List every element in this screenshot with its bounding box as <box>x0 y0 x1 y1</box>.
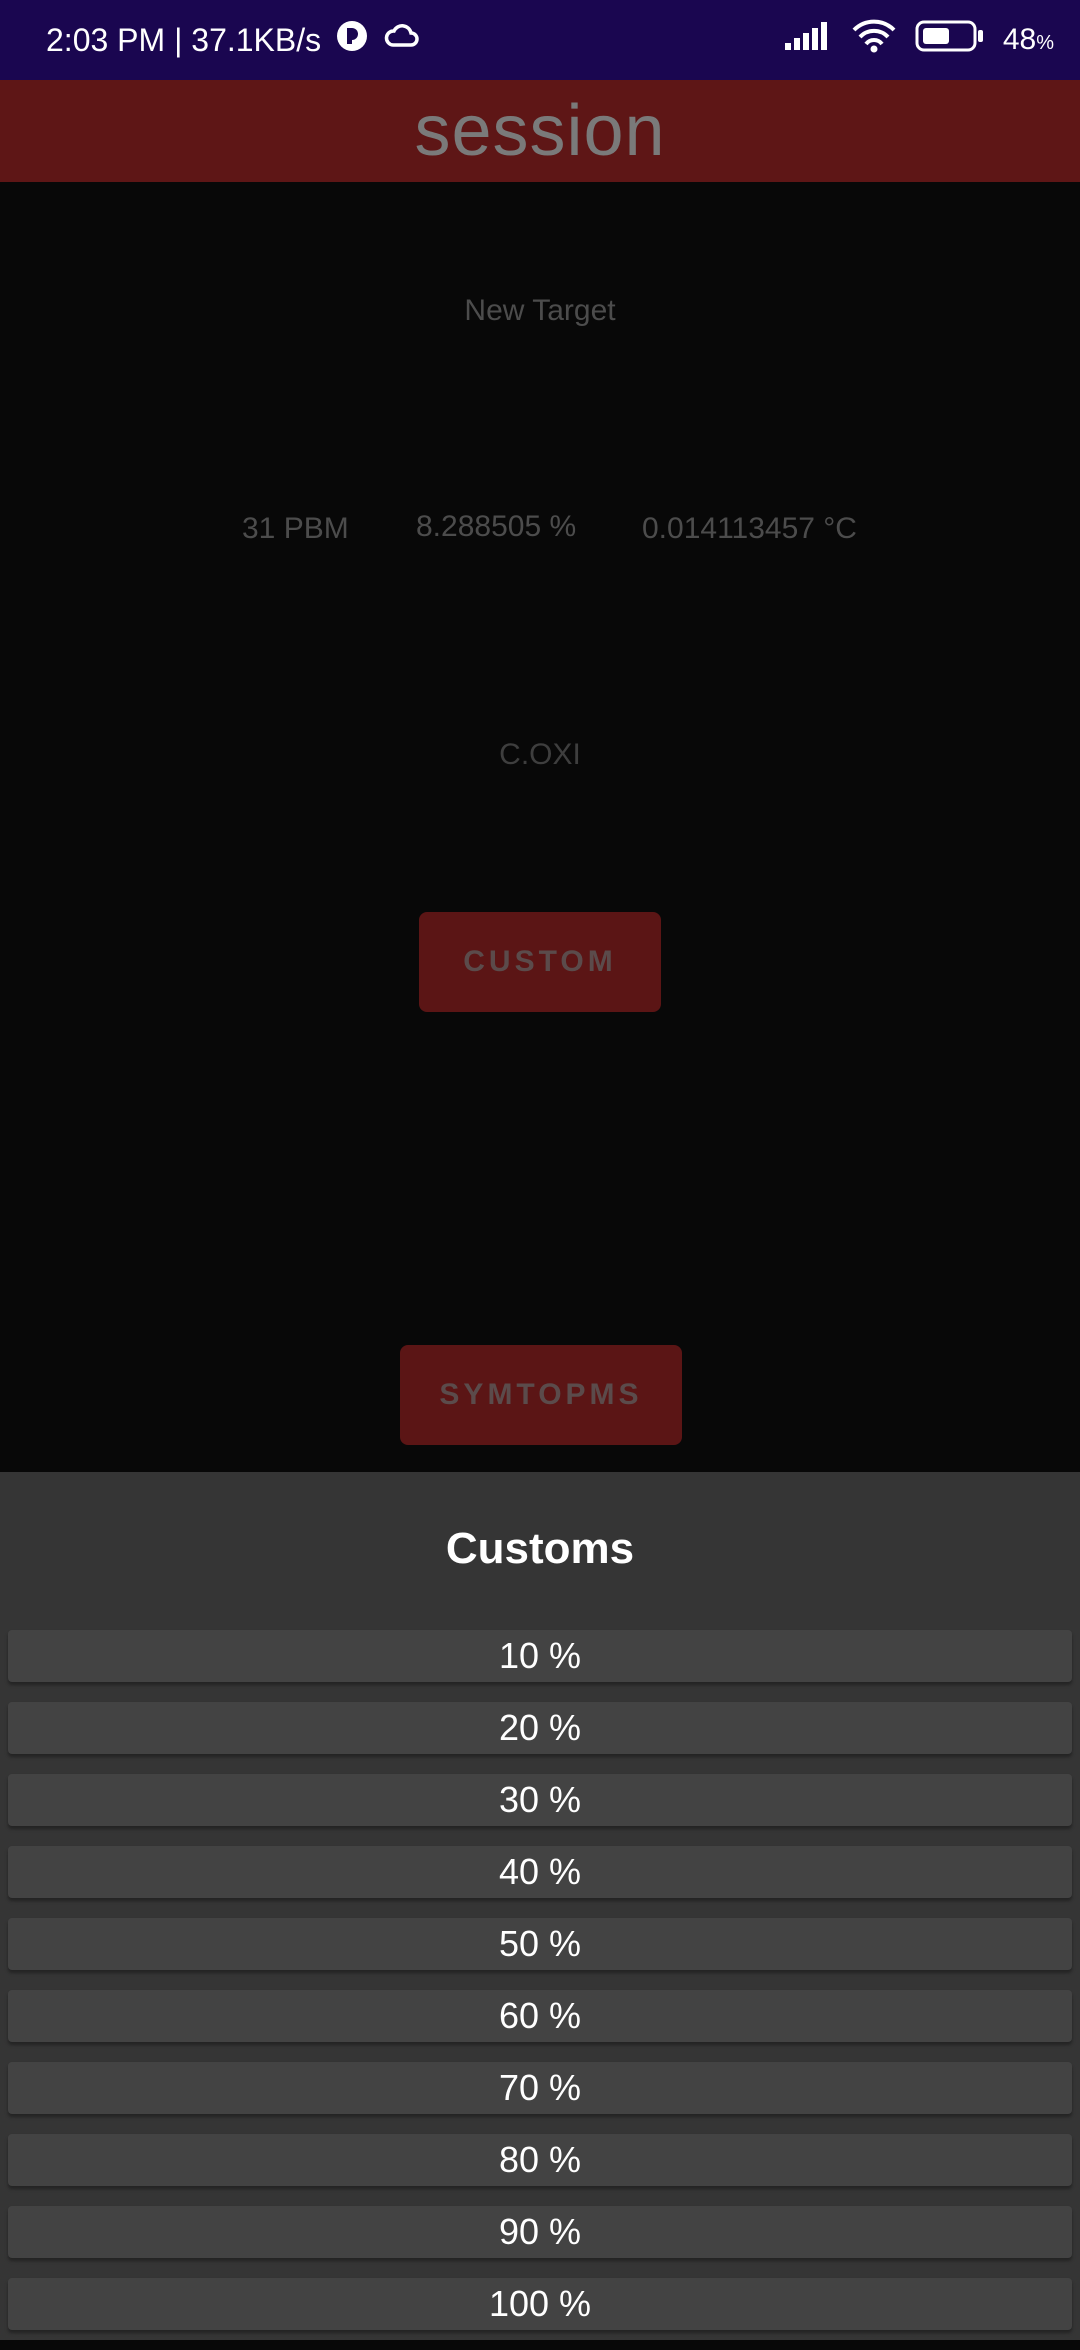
status-bar: 2:03 PM | 37.1KB/s 48% <box>0 0 1080 80</box>
symptoms-button[interactable]: SYMTOPMS <box>400 1345 682 1445</box>
wifi-icon <box>851 19 897 61</box>
option-50-percent[interactable]: 50 % <box>8 1918 1072 1970</box>
battery-icon <box>915 19 985 61</box>
sheet-title: Customs <box>445 1524 635 1573</box>
page-title: session <box>414 91 666 171</box>
option-60-percent[interactable]: 60 % <box>8 1990 1072 2042</box>
battery-unit: % <box>1036 32 1054 54</box>
customs-bottom-sheet: Customs 10 % 20 % 30 % 40 % 50 % 60 % 70… <box>0 1472 1080 2340</box>
reading-pbm: 31 PBM <box>242 512 349 545</box>
battery-percentage: 48% <box>1003 23 1054 57</box>
reading-temperature: 0.014113457 °C <box>642 512 857 545</box>
option-70-percent[interactable]: 70 % <box>8 2062 1072 2114</box>
option-30-percent[interactable]: 30 % <box>8 1774 1072 1826</box>
option-100-percent[interactable]: 100 % <box>8 2278 1072 2330</box>
signal-icon <box>783 21 833 59</box>
custom-button[interactable]: CUSTOM <box>419 912 661 1012</box>
new-target-label: New Target <box>464 294 616 327</box>
custom-options-list: 10 % 20 % 30 % 40 % 50 % 60 % 70 % 80 % … <box>8 1630 1072 2350</box>
status-time-speed: 2:03 PM | 37.1KB/s <box>46 21 322 58</box>
coxi-label: C.OXI <box>499 738 581 771</box>
pinwheel-icon <box>335 19 369 61</box>
cloud-icon <box>383 21 421 59</box>
status-left: 2:03 PM | 37.1KB/s <box>46 0 421 80</box>
battery-value: 48 <box>1002 23 1037 56</box>
option-90-percent[interactable]: 90 % <box>8 2206 1072 2258</box>
option-20-percent[interactable]: 20 % <box>8 1702 1072 1754</box>
option-40-percent[interactable]: 40 % <box>8 1846 1072 1898</box>
option-80-percent[interactable]: 80 % <box>8 2134 1072 2186</box>
status-right: 48% <box>783 0 1054 80</box>
reading-percent: 8.288505 % <box>416 510 577 543</box>
main-content: New Target 31 PBM 8.288505 % 0.014113457… <box>0 182 1080 1472</box>
app-bar: session <box>0 80 1080 182</box>
option-10-percent[interactable]: 10 % <box>8 1630 1072 1682</box>
